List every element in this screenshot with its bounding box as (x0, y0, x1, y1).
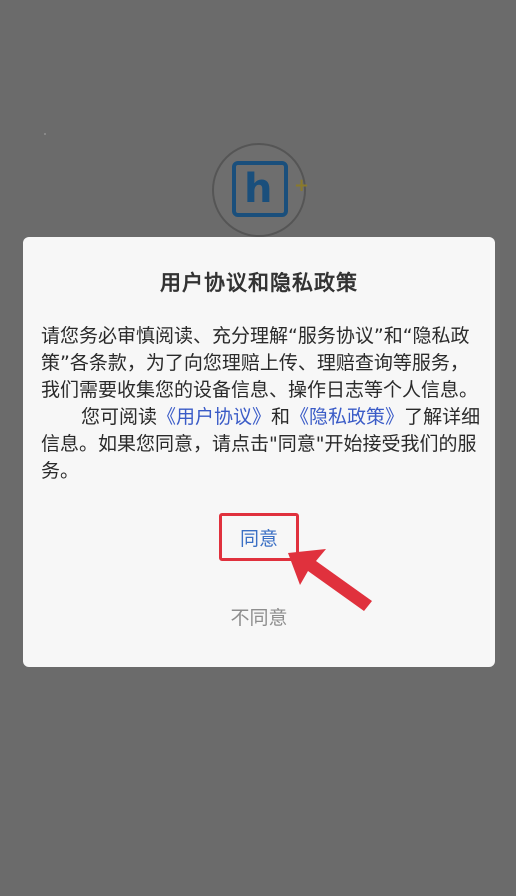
user-agreement-link[interactable]: 《用户协议》 (157, 406, 271, 428)
logo-square-icon: h + (232, 161, 309, 217)
privacy-dialog: 用户协议和隐私政策 请您务必审慎阅读、充分理解“服务协议”和“隐私政策”各条款，… (23, 237, 495, 667)
para2-prefix: 您可阅读 (81, 406, 158, 428)
disagree-button[interactable]: 不同意 (23, 603, 495, 630)
dialog-title: 用户协议和隐私政策 (160, 271, 358, 295)
stray-dot (44, 133, 46, 135)
red-arrow-icon (288, 549, 372, 611)
dialog-paragraph-1: 请您务必审慎阅读、充分理解“服务协议”和“隐私政策”各条款，为了向您理赔上传、理… (41, 325, 479, 401)
para2-and: 和 (271, 406, 291, 428)
dialog-paragraph-2: 您可阅读《用户协议》和《隐私政策》了解详细信息。如果您同意，请点击"同意"开始接… (41, 404, 481, 485)
dialog-body: 请您务必审慎阅读、充分理解“服务协议”和“隐私政策”各条款，为了向您理赔上传、理… (41, 323, 481, 485)
logo-plus-icon: + (294, 175, 310, 196)
app-logo: h + (212, 143, 309, 237)
privacy-policy-link[interactable]: 《隐私政策》 (290, 406, 404, 428)
logo-h-glyph: h (244, 166, 273, 212)
